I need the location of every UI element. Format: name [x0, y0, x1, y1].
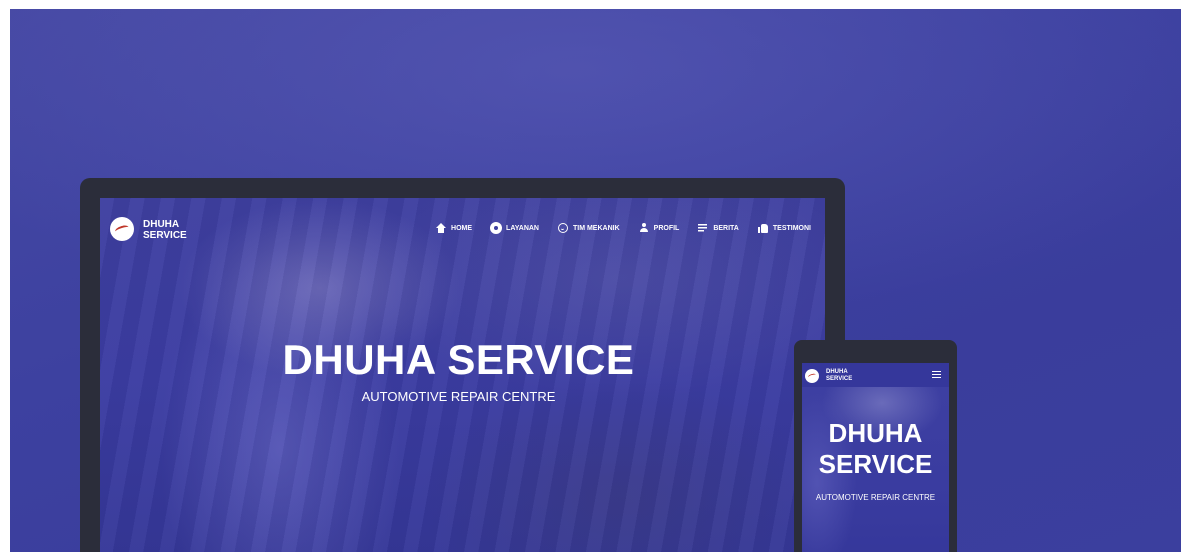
nav-item-profil[interactable]: PROFIL: [639, 223, 680, 233]
nav-item-label: PROFIL: [653, 224, 680, 232]
nav-item-berita[interactable]: BERITA: [698, 223, 739, 233]
nav-item-tim-mekanik[interactable]: TIM MEKANIK: [557, 223, 620, 233]
nav-item-label: HOME: [451, 224, 473, 232]
desktop-navbar: DHUHA SERVICE HOME LAYANAN TIM MEKANIK P…: [100, 198, 825, 260]
brand-line-1: DHUHA: [143, 219, 180, 230]
thumbs-up-icon: [757, 223, 768, 233]
brand-name[interactable]: DHUHA SERVICE: [143, 219, 187, 241]
brand-line-2: SERVICE: [143, 230, 187, 241]
article-icon: [698, 223, 709, 233]
nav-item-layanan[interactable]: LAYANAN: [491, 223, 539, 233]
logo-icon[interactable]: [110, 217, 134, 241]
mobile-hero-title-line-1: DHUHA: [828, 418, 923, 448]
nav-item-home[interactable]: HOME: [436, 223, 472, 233]
logo-icon[interactable]: [805, 369, 819, 383]
desktop-monitor: DHUHA SERVICE HOME LAYANAN TIM MEKANIK P…: [80, 178, 845, 552]
mobile-hero-title-line-2: SERVICE: [818, 449, 933, 479]
home-icon: [436, 223, 447, 233]
gear-icon: [491, 223, 502, 233]
hero-subtitle: AUTOMOTIVE REPAIR CENTRE: [361, 389, 556, 404]
nav-item-label: LAYANAN: [506, 224, 539, 232]
hamburger-menu-icon[interactable]: [932, 371, 941, 378]
desktop-screen: DHUHA SERVICE HOME LAYANAN TIM MEKANIK P…: [100, 198, 825, 552]
mobile-screen: DHUHA SERVICE DHUHA SERVICE AUTOMOTIVE R…: [802, 363, 949, 552]
nav-item-label: BERITA: [713, 224, 739, 232]
brand-line-2: SERVICE: [826, 376, 853, 382]
nav-item-label: TESTIMONI: [772, 224, 811, 232]
mobile-device: DHUHA SERVICE DHUHA SERVICE AUTOMOTIVE R…: [794, 340, 957, 552]
mobile-navbar: DHUHA SERVICE: [802, 363, 949, 387]
nav-item-testimoni[interactable]: TESTIMONI: [757, 223, 811, 233]
smile-icon: [557, 223, 568, 233]
showcase-background: DHUHA SERVICE HOME LAYANAN TIM MEKANIK P…: [10, 9, 1181, 552]
hero-title: DHUHA SERVICE: [282, 336, 635, 383]
nav-menu: HOME LAYANAN TIM MEKANIK PROFIL BERITA T…: [417, 223, 811, 233]
mobile-hero-subtitle: AUTOMOTIVE REPAIR CENTRE: [815, 493, 936, 502]
brand-name[interactable]: DHUHA SERVICE: [826, 369, 852, 383]
person-icon: [639, 223, 649, 233]
brand-line-1: DHUHA: [826, 369, 848, 375]
mobile-hero-title: DHUHA SERVICE: [802, 418, 949, 480]
nav-item-label: TIM MEKANIK: [572, 224, 620, 232]
